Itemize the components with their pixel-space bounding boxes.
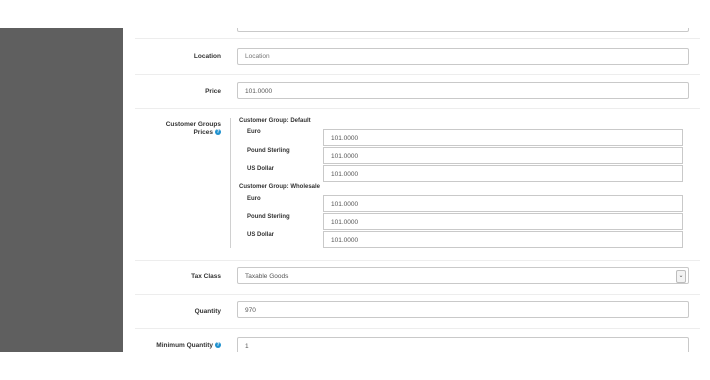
price-label: Price <box>205 88 221 95</box>
quantity-input[interactable]: 970 <box>237 301 689 318</box>
tax-class-label: Tax Class <box>191 273 221 280</box>
default-euro-label: Euro <box>247 129 261 135</box>
default-pound-input[interactable]: 101.0000 <box>323 147 683 164</box>
minimum-quantity-label-text: Minimum Quantity <box>156 342 213 349</box>
row-price: Price 101.0000 <box>135 74 700 109</box>
chevron-down-icon[interactable]: ⌄ <box>676 270 686 283</box>
wholesale-usd-label: US Dollar <box>247 232 275 238</box>
wholesale-usd-input[interactable]: 101.0000 <box>323 231 683 248</box>
location-label: Location <box>193 53 221 60</box>
customer-group-prices-label-line2-wrap: Prices? <box>166 129 221 137</box>
group-wholesale-title: Customer Group: Wholesale <box>239 184 321 190</box>
row-customer-group-prices: Customer Groups Prices? Customer Group: … <box>135 108 700 261</box>
wholesale-euro-input[interactable]: 101.0000 <box>323 195 683 212</box>
group-divider <box>230 118 231 248</box>
row-location: Location <box>135 38 700 75</box>
wholesale-euro-label: Euro <box>247 196 261 202</box>
default-usd-input[interactable]: 101.0000 <box>323 165 683 182</box>
default-euro-input[interactable]: 101.0000 <box>323 129 683 146</box>
row-quantity: Quantity 970 <box>135 294 700 329</box>
customer-group-prices-label-line2: Prices <box>193 129 213 136</box>
price-input[interactable]: 101.0000 <box>237 82 689 99</box>
location-input[interactable] <box>237 48 689 65</box>
admin-sidebar <box>0 28 123 352</box>
product-data-panel: Location Price 101.0000 Customer Groups … <box>123 28 700 352</box>
default-usd-label: US Dollar <box>247 166 275 172</box>
question-circle-icon[interactable]: ? <box>215 342 221 349</box>
customer-group-prices-label: Customer Groups Prices? <box>166 121 221 137</box>
quantity-label: Quantity <box>194 308 221 315</box>
default-pound-label: Pound Sterling <box>247 148 290 154</box>
row-minimum-quantity: Minimum Quantity? 1 <box>135 328 700 352</box>
minimum-quantity-label: Minimum Quantity? <box>156 342 221 349</box>
group-default-title: Customer Group: Default <box>239 118 311 124</box>
wholesale-pound-input[interactable]: 101.0000 <box>323 213 683 230</box>
tax-class-selected-value: Taxable Goods <box>245 273 289 280</box>
question-circle-icon[interactable]: ? <box>215 129 221 136</box>
wholesale-pound-label: Pound Sterling <box>247 214 290 220</box>
minimum-quantity-input[interactable]: 1 <box>237 337 689 352</box>
tax-class-select[interactable]: Taxable Goods ⌄ <box>237 267 689 284</box>
customer-group-prices-label-line1: Customer Groups <box>165 121 221 128</box>
row-tax-class: Tax Class Taxable Goods ⌄ <box>135 260 700 295</box>
top-partial-input[interactable] <box>237 28 689 32</box>
